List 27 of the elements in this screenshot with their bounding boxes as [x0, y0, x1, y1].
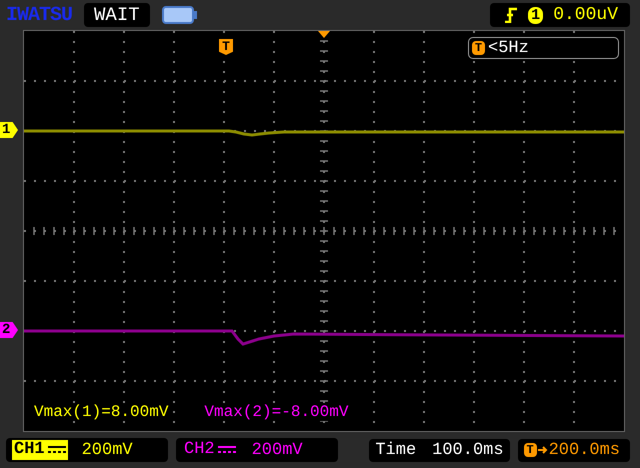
arrow-icon	[538, 445, 548, 455]
trigger-badge: T	[524, 443, 537, 457]
run-status: WAIT	[84, 3, 150, 27]
battery-icon	[162, 5, 198, 25]
time-label: Time	[375, 440, 416, 460]
measurement-readout: Vmax(2)=-8.00mV	[204, 403, 348, 421]
trigger-position-panel[interactable]: T 200.0ms	[518, 438, 630, 462]
channel-scale-panel[interactable]: CH2 200mV	[176, 438, 338, 462]
channel-marker[interactable]: 2	[0, 322, 18, 338]
trigger-marker[interactable]: T	[219, 39, 233, 55]
rising-edge-icon	[504, 7, 518, 23]
frequency-value: <5Hz	[488, 38, 529, 58]
channel-name: CH1	[12, 440, 46, 460]
trigger-source: 1	[528, 6, 544, 24]
timebase-panel[interactable]: Time 100.0ms	[369, 438, 510, 462]
channel-scale-panel[interactable]: CH1 200mV	[6, 438, 168, 462]
trigger-level: 0.00uV	[553, 5, 618, 25]
dc-coupling-icon	[46, 440, 68, 460]
trigger-badge: T	[472, 41, 485, 55]
channel-marker[interactable]: 1	[0, 122, 18, 138]
trigger-position: 200.0ms	[548, 440, 620, 460]
brand-logo: IWATSU	[6, 4, 72, 26]
timebase-value: 100.0ms	[432, 440, 504, 460]
channel-scale: 200mV	[82, 440, 133, 460]
channel-name: CH2	[183, 440, 216, 460]
channel-scale: 200mV	[252, 440, 303, 460]
measurement-readout: Vmax(1)=8.00mV	[34, 403, 168, 421]
